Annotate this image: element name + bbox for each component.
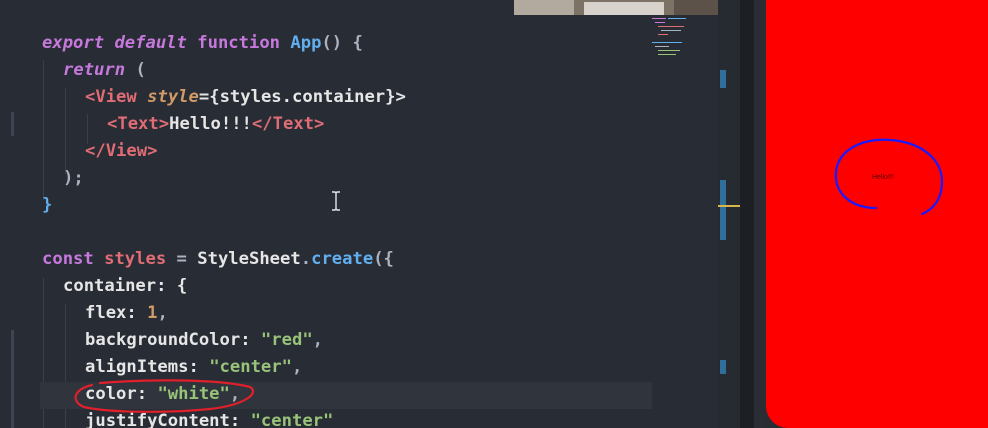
code-token: > — [158, 114, 170, 134]
code-line[interactable]: </View> — [85, 138, 157, 165]
code-token: "center" — [250, 411, 334, 428]
webcam-overlay — [514, 0, 746, 15]
code-token: } — [42, 195, 53, 215]
minimap[interactable] — [652, 18, 694, 58]
code-token: "center" — [209, 357, 292, 377]
code-line[interactable]: ); — [63, 165, 84, 192]
code-token: > — [314, 114, 325, 134]
code-token: () { — [321, 33, 363, 53]
code-token: , — [157, 303, 168, 323]
code-editor[interactable]: export default function App() { return (… — [0, 0, 718, 428]
code-token: Text — [117, 114, 159, 134]
text-cursor-icon — [332, 191, 340, 211]
minimap-line — [668, 18, 686, 19]
code-token: style — [147, 87, 199, 107]
code-token: ); — [63, 168, 84, 188]
minimap-line — [658, 26, 684, 27]
indent-guide — [43, 60, 44, 200]
code-line[interactable]: <View style={styles.container}> — [85, 84, 406, 111]
minimap-line — [655, 46, 669, 47]
code-token: function — [197, 33, 281, 53]
window-divider — [740, 0, 754, 428]
code-line[interactable]: const styles = StyleSheet.create({ — [42, 246, 394, 273]
code-token: styles — [104, 249, 167, 269]
minimap-line — [652, 18, 666, 19]
code-token: 1 — [147, 303, 158, 323]
code-token: Hello!!! — [169, 114, 252, 134]
scrollbar-cursor-position — [718, 205, 740, 207]
editor-scrollbar[interactable] — [718, 0, 740, 428]
code-token: return — [63, 60, 126, 80]
code-token: Text — [272, 114, 315, 134]
simulator-bezel — [754, 0, 766, 428]
code-line[interactable]: } — [42, 192, 52, 219]
annotation-blue-circle — [834, 138, 944, 216]
scrollbar-marker — [720, 70, 726, 88]
indent-guide — [65, 304, 66, 428]
code-token: < — [107, 114, 118, 134]
code-token: , — [291, 357, 303, 377]
minimap-line — [655, 22, 665, 23]
code-line[interactable]: <Text>Hello!!!</Text> — [107, 111, 324, 138]
minimap-line — [661, 30, 681, 31]
code-token: > — [147, 141, 158, 161]
code-token: ({ — [373, 249, 394, 269]
scrollbar-marker — [720, 360, 726, 374]
gutter-change-marker — [11, 330, 14, 428]
code-token: StyleSheet — [197, 249, 301, 269]
gutter-change-marker — [11, 112, 14, 136]
code-token: container: { — [63, 276, 188, 296]
code-token: create — [311, 249, 374, 269]
code-token: default — [114, 33, 187, 53]
code-line[interactable]: backgroundColor: "red", — [85, 327, 323, 354]
code-token: const — [42, 249, 94, 269]
code-token: export — [42, 33, 105, 53]
code-token: . — [300, 249, 312, 269]
code-token: </ — [85, 141, 106, 161]
code-token: < — [85, 87, 96, 107]
minimap-line — [658, 34, 668, 35]
code-line[interactable]: return ( — [63, 57, 146, 84]
indent-guide — [65, 88, 66, 174]
code-token: , — [312, 330, 324, 350]
minimap-line — [658, 50, 680, 51]
annotation-red-ellipse — [74, 379, 255, 413]
code-line[interactable]: flex: 1, — [85, 300, 168, 327]
code-token: ={styles.container}> — [198, 87, 406, 107]
minimap-line — [652, 42, 682, 43]
code-token: ( — [135, 60, 146, 80]
code-token: alignItems: — [85, 357, 210, 377]
code-token: View — [105, 141, 148, 161]
code-token: View — [95, 87, 137, 107]
code-line[interactable]: export default function App() { — [42, 30, 363, 57]
code-token: = — [166, 249, 198, 269]
code-line[interactable]: container: { — [63, 273, 187, 300]
code-token: </ — [251, 114, 273, 134]
code-token: "red" — [260, 330, 313, 350]
code-token: App — [290, 33, 322, 53]
minimap-line — [658, 54, 676, 55]
scrollbar-marker — [720, 180, 726, 240]
code-token: backgroundColor: — [85, 330, 261, 350]
code-token: flex: — [85, 303, 148, 323]
